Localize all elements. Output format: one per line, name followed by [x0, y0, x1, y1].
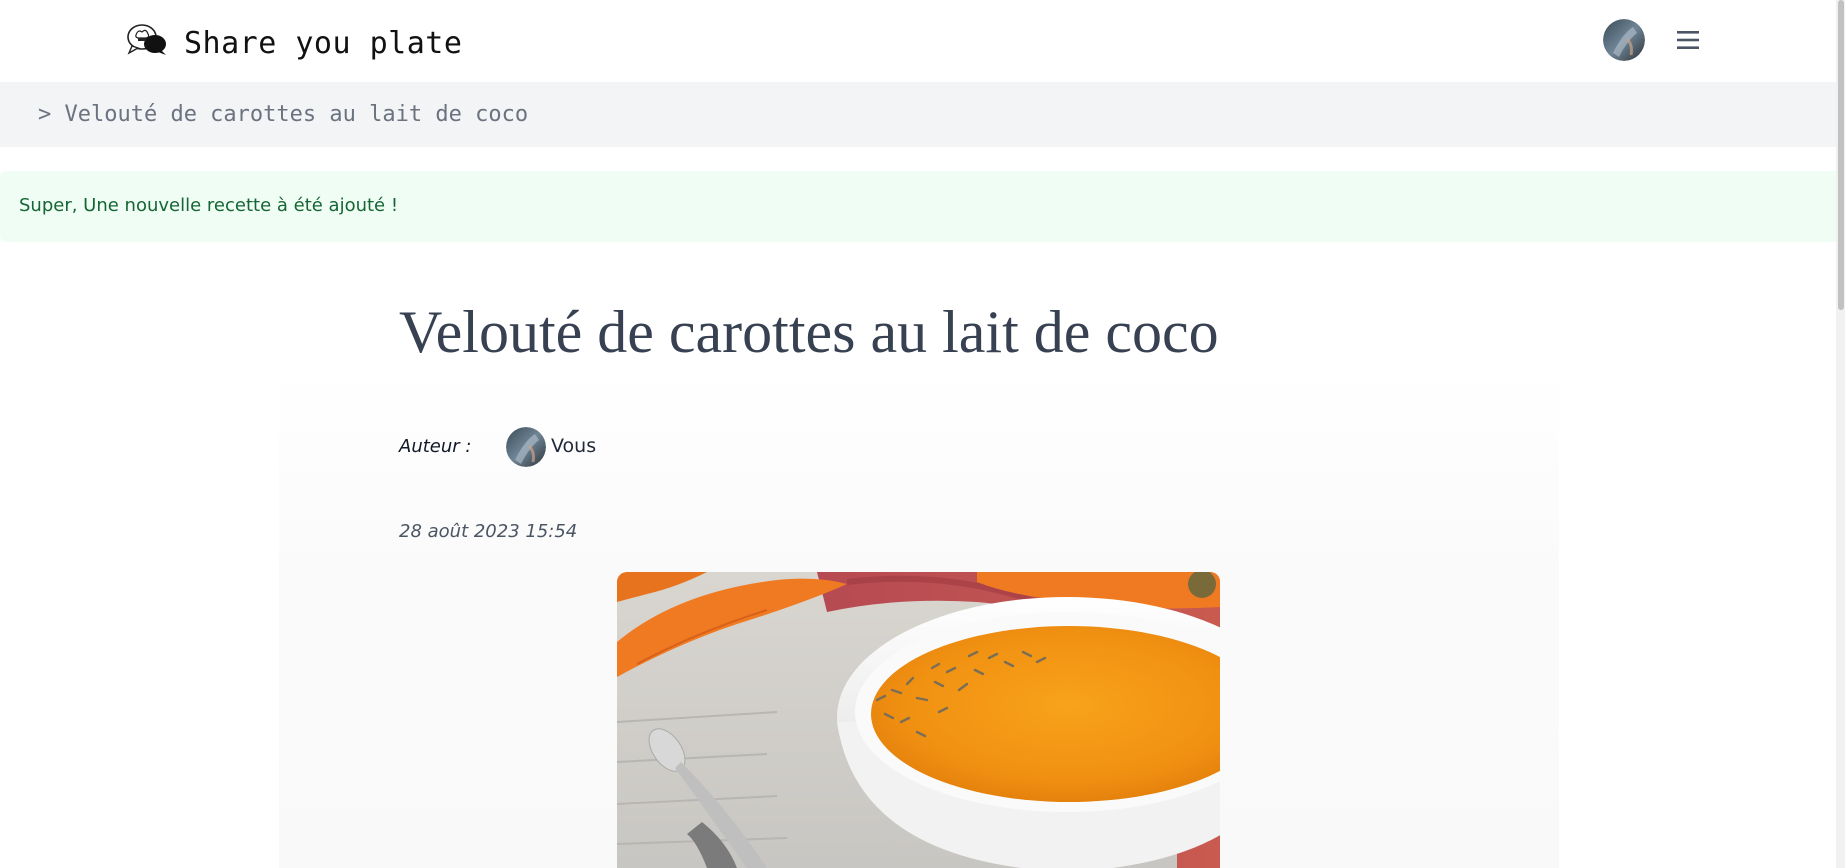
author-label: Auteur :	[399, 436, 472, 457]
site-title[interactable]: Share you plate	[184, 26, 462, 61]
user-avatar[interactable]	[1603, 19, 1645, 61]
success-alert: Super, Une nouvelle recette à été ajouté…	[0, 171, 1845, 242]
recipe-date: 28 août 2023 15:54	[399, 521, 578, 542]
breadcrumb-current[interactable]: > Velouté de carottes au lait de coco	[38, 102, 528, 127]
recipe-title: Velouté de carottes au lait de coco	[399, 299, 1219, 365]
top-navbar: Share you plate	[0, 0, 1845, 82]
author-avatar[interactable]	[506, 427, 546, 467]
logo-icon[interactable]	[126, 22, 168, 56]
alert-message: Super, Une nouvelle recette à été ajouté…	[19, 195, 399, 216]
author-name[interactable]: Vous	[551, 435, 596, 457]
recipe-image	[617, 572, 1220, 868]
breadcrumb: > Velouté de carottes au lait de coco	[0, 82, 1845, 147]
page-scrollbar-thumb[interactable]	[1838, 0, 1844, 310]
hamburger-menu-icon[interactable]	[1676, 28, 1700, 52]
